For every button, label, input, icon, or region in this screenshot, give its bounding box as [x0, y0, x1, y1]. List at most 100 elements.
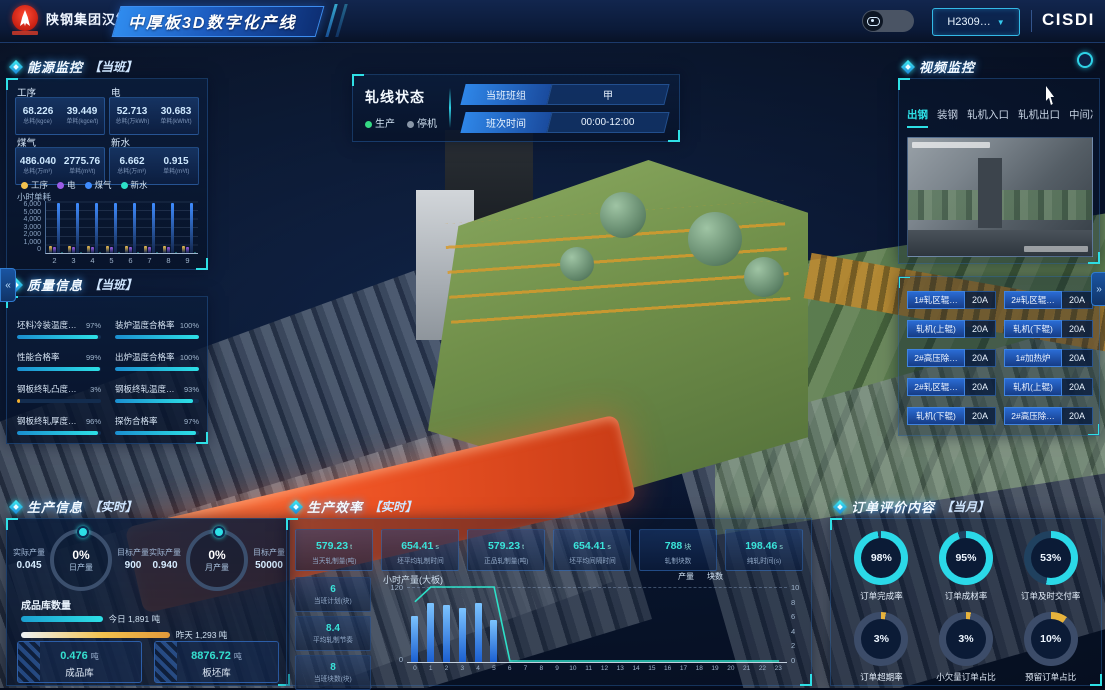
progress-ring: 0%月产量	[186, 529, 248, 591]
video-tab[interactable]: 中间冷	[1069, 107, 1093, 128]
hourly-x-axis: 01234567891011121314151617181920212223	[407, 665, 787, 672]
efficiency-panel: 生产效率 【实时】 579.23t 当天轧制量(吨) 654.41s 坯平均轧制…	[286, 518, 812, 686]
legend-item: 煤气	[85, 179, 112, 191]
order-gauge: 98% 订单完成率	[839, 531, 924, 602]
device-status-cell[interactable]: 轧机(下辊) 20A	[907, 407, 996, 425]
energy-x-axis: 23456789	[45, 256, 197, 265]
device-status-cell[interactable]: 轧机(上辊) 20A	[1004, 378, 1093, 396]
mill-cylinder	[560, 247, 594, 281]
energy-bar-chart	[45, 201, 198, 254]
company-logo-icon	[12, 5, 38, 31]
chevron-left-icon: «	[5, 280, 11, 291]
device-grid: 1#轧区辊… 20A 2#轧区辊… 20A 轧机(上辊) 20A 轧机(下辊) …	[907, 291, 1093, 436]
donut-ring: 53%	[1024, 531, 1078, 585]
diamond-icon	[833, 499, 847, 513]
quality-metric: 性能合格率99%	[17, 351, 101, 371]
video-tab[interactable]: 轧机出口	[1018, 107, 1060, 128]
shift-info-value: 00:00-12:00	[546, 112, 669, 133]
efficiency-stats: 579.23t 当天轧制量(吨) 654.41s 坯平均轧制时间 579.23t…	[295, 529, 803, 571]
quality-metric: 钢板终轧厚度命中率96%	[17, 415, 101, 435]
device-status-cell[interactable]: 2#轧区辊… 20A	[907, 378, 996, 396]
legend-item: 工序	[21, 179, 48, 191]
device-status-cell[interactable]: 2#轧区辊… 20A	[1004, 291, 1093, 309]
quality-metric: 钢板终轧凸度命中率3%	[17, 383, 101, 403]
device-status-cell[interactable]: 2#高压除… 20A	[907, 349, 996, 367]
collapse-left-panels-handle[interactable]: «	[0, 268, 16, 302]
video-tab[interactable]: 装钢	[937, 107, 958, 128]
hourly-right-axis: 1086420	[791, 583, 799, 665]
device-name: 轧机(上辊)	[1004, 378, 1062, 396]
stat-card: 654.41s 坯平均轧制时间	[381, 529, 459, 571]
y-axis-tick: 0	[379, 655, 403, 664]
device-current-value: 20A	[1062, 320, 1093, 338]
shift-info-label: 当班班组	[460, 84, 551, 105]
production-panel: 生产信息 【实时】 实际产量0.045 0%日产量 目标产量900 实际产量0.…	[6, 518, 290, 686]
order-gauge: 3% 小欠量订单占比	[924, 612, 1009, 683]
orders-panel-title: 订单评价内容 【当月】	[835, 497, 989, 516]
stat-card: 198.46s 纯轧时间(s)	[725, 529, 803, 571]
status-legend-item: 停机	[407, 115, 437, 130]
quality-metric: 出炉温度合格率100%	[115, 351, 199, 371]
store-boxes: 0.476吨 成品库 8876.72吨 板坯库	[17, 641, 279, 683]
device-status-cell[interactable]: 1#加热炉 20A	[1004, 349, 1093, 367]
line-status-panel: 轧线状态 生产停机 当班班组 甲 班次时间 00:00-12:00	[352, 74, 680, 142]
device-current-value: 20A	[965, 349, 996, 367]
hourly-chart-legend: 产量 块数	[675, 571, 723, 582]
chevron-down-icon: ▼	[997, 18, 1005, 27]
video-collapse-button[interactable]	[1077, 52, 1093, 68]
video-panel: 视频监控 出钢装钢轧机入口轧机出口中间冷电加热	[898, 78, 1100, 264]
page-title: 中厚板3D数字化产线	[128, 9, 296, 33]
device-name: 2#轧区辊…	[1004, 291, 1062, 309]
shift-info-label: 班次时间	[460, 112, 551, 133]
stat-card: 579.23t 当天轧制量(吨)	[295, 529, 373, 571]
chevron-right-icon: »	[1096, 284, 1102, 295]
production-panel-title: 生产信息 【实时】	[11, 497, 137, 516]
device-status-cell[interactable]: 2#高压除… 20A	[1004, 407, 1093, 425]
device-name: 2#轧区辊…	[907, 378, 965, 396]
hourly-line-chart	[407, 587, 787, 661]
devices-panel: 设备运行监控 1#轧区辊… 20A 2#轧区辊… 20A 轧机(上辊) 20A …	[898, 276, 1100, 436]
collapse-right-panels-handle[interactable]: »	[1091, 272, 1105, 306]
efficiency-minis: 6当班计划(块) 8.4平均轧制节奏 8当班块数(块)	[295, 577, 371, 690]
video-feed[interactable]	[907, 137, 1093, 257]
diamond-icon	[9, 59, 23, 73]
video-tab[interactable]: 轧机入口	[967, 107, 1009, 128]
shift-info-value: 甲	[546, 84, 669, 105]
donut-ring: 95%	[939, 531, 993, 585]
mini-stat-card: 8.4平均轧制节奏	[295, 616, 371, 651]
stat-card: 579.23t 正品轧制量(吨)	[467, 529, 545, 571]
legend-item: 电	[57, 179, 76, 191]
order-gauges: 98% 订单完成率 95% 订单成材率 53% 订单及时交付率 3% 订单超期率…	[839, 531, 1093, 683]
device-current-value: 20A	[965, 320, 996, 338]
donut-ring: 98%	[854, 531, 908, 585]
order-gauge: 53% 订单及时交付率	[1008, 531, 1093, 602]
line-select-dropdown[interactable]: H2309… ▼	[932, 8, 1020, 36]
quality-items: 坯料冷装温度命中率97% 装炉温度合格率100% 性能合格率99% 出炉温度合格…	[17, 319, 197, 435]
device-name: 轧机(下辊)	[907, 407, 965, 425]
orders-panel: 订单评价内容 【当月】 98% 订单完成率 95% 订单成材率 53% 订单及时…	[830, 518, 1102, 686]
mini-stat-card: 8当班块数(块)	[295, 655, 371, 690]
device-status-cell[interactable]: 轧机(下辊) 20A	[1004, 320, 1093, 338]
quality-panel: 质量信息 【当班】 坯料冷装温度命中率97% 装炉温度合格率100% 性能合格率…	[6, 296, 208, 444]
header-divider	[1031, 10, 1032, 32]
order-gauge: 3% 订单超期率	[839, 612, 924, 683]
quality-metric: 坯料冷装温度命中率97%	[17, 319, 101, 339]
vertical-divider	[449, 88, 451, 128]
video-tab[interactable]: 出钢	[907, 107, 928, 128]
legend-item: 新水	[121, 179, 148, 191]
status-legend-item: 生产	[365, 115, 395, 130]
diamond-icon	[9, 499, 23, 513]
stat-card: 654.41s 坯平均间隔时间	[553, 529, 631, 571]
eye-icon	[863, 11, 883, 31]
production-gauge: 实际产量0.940 0%月产量 目标产量50000	[149, 529, 285, 591]
visibility-toggle[interactable]	[862, 10, 914, 32]
energy-legend: 工序电煤气新水	[21, 179, 148, 191]
shift-info-row: 当班班组 甲	[460, 84, 669, 105]
donut-ring: 3%	[854, 612, 908, 666]
mill-cylinder	[688, 212, 742, 266]
y-axis-tick: 120	[379, 583, 403, 592]
video-overlay-text	[912, 142, 990, 148]
device-status-cell[interactable]: 1#轧区辊… 20A	[907, 291, 996, 309]
top-header: 陕钢集团汉钢公司 中厚板3D数字化产线 H2309… ▼ CISDI	[0, 0, 1105, 43]
device-status-cell[interactable]: 轧机(上辊) 20A	[907, 320, 996, 338]
